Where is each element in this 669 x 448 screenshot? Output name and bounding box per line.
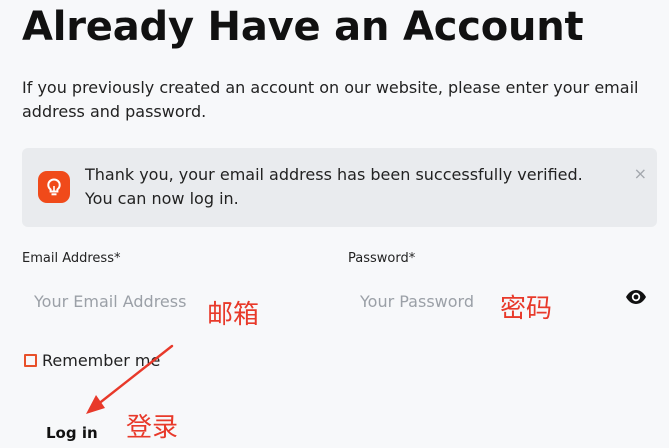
email-annotation: 邮箱 <box>207 300 260 330</box>
intro-text: If you previously created an account on … <box>22 78 639 121</box>
verification-alert: Thank you, your email address has been s… <box>22 148 657 227</box>
alert-message: Thank you, your email address has been s… <box>85 163 583 211</box>
lightbulb-icon <box>38 171 70 203</box>
login-annotation: 登录 <box>126 413 179 443</box>
email-input[interactable] <box>22 281 322 321</box>
checkbox-box[interactable] <box>24 354 37 367</box>
password-input[interactable] <box>348 281 613 321</box>
remember-me-checkbox[interactable]: Remember me <box>24 351 160 370</box>
eye-icon[interactable] <box>625 289 647 305</box>
alert-line-1: Thank you, your email address has been s… <box>85 165 583 184</box>
alert-line-2: You can now log in. <box>85 189 239 208</box>
email-label: Email Address* <box>22 251 121 266</box>
password-label: Password* <box>348 251 416 266</box>
close-icon[interactable]: × <box>634 166 647 182</box>
remember-me-label: Remember me <box>42 351 161 370</box>
page-title: Already Have an Account <box>22 4 584 50</box>
login-button[interactable]: Log in <box>46 424 98 442</box>
password-annotation: 密码 <box>500 294 553 324</box>
